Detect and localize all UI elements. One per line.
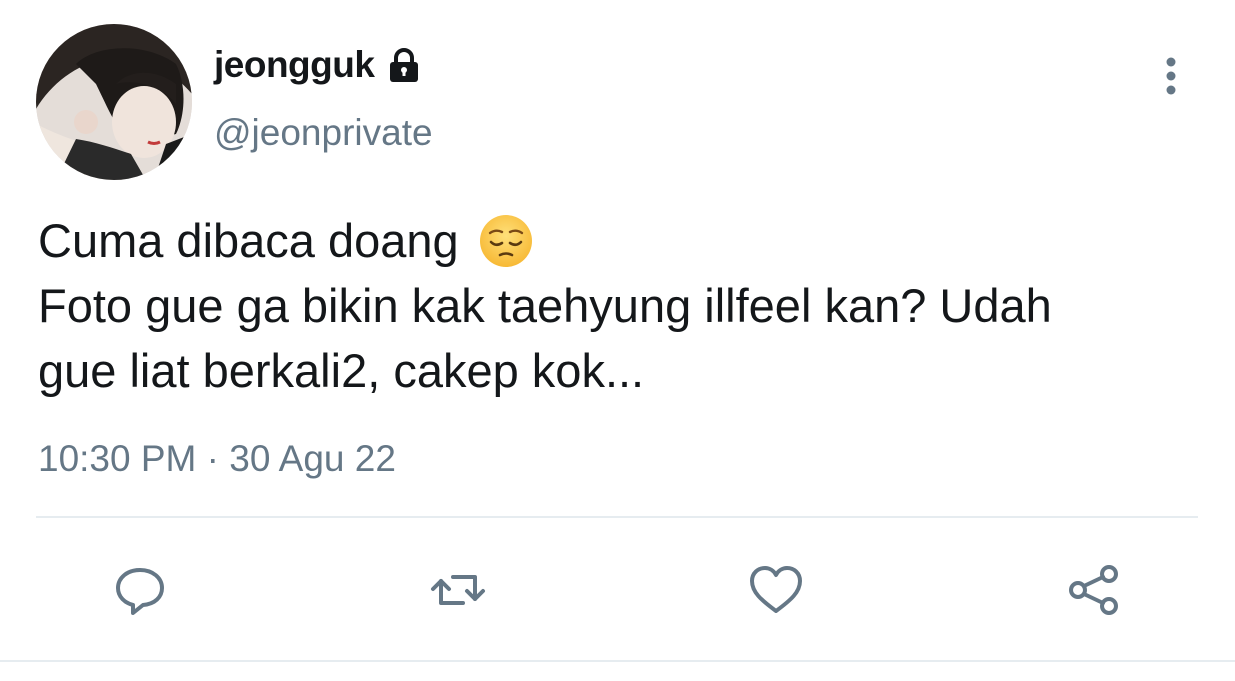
tweet-line-3: gue liat berkali2, cakep kok... [38,344,645,397]
avatar[interactable] [36,24,192,180]
user-handle[interactable]: @jeonprivate [214,112,433,154]
share-icon [1069,565,1118,615]
avatar-image [36,24,192,180]
pensive-face-icon [479,215,532,267]
like-button[interactable] [744,558,808,622]
divider [36,516,1198,518]
more-options-icon[interactable] [1158,54,1184,98]
tweet-text-line: Cuma dibaca doang [38,214,459,267]
tweet-line-2: Foto gue ga bikin kak taehyung illfeel k… [38,279,1052,332]
reply-button[interactable] [108,558,172,622]
tweet-timestamp[interactable]: 10:30 PM · 30 Agu 22 [38,438,396,480]
display-name[interactable]: jeongguk [214,44,375,86]
retweet-icon [431,575,485,605]
tweet-line-1: Cuma dibaca doang [38,208,1208,273]
retweet-button[interactable] [426,558,490,622]
heart-icon [750,566,802,613]
tweet-text: Cuma dibaca doang Foto gue ga bikin kak … [38,208,1208,403]
user-name-row: jeongguk [214,44,424,86]
share-button[interactable] [1062,558,1126,622]
bottom-divider [0,660,1235,662]
lock-icon [390,48,419,82]
comment-bubble-icon [116,568,164,615]
